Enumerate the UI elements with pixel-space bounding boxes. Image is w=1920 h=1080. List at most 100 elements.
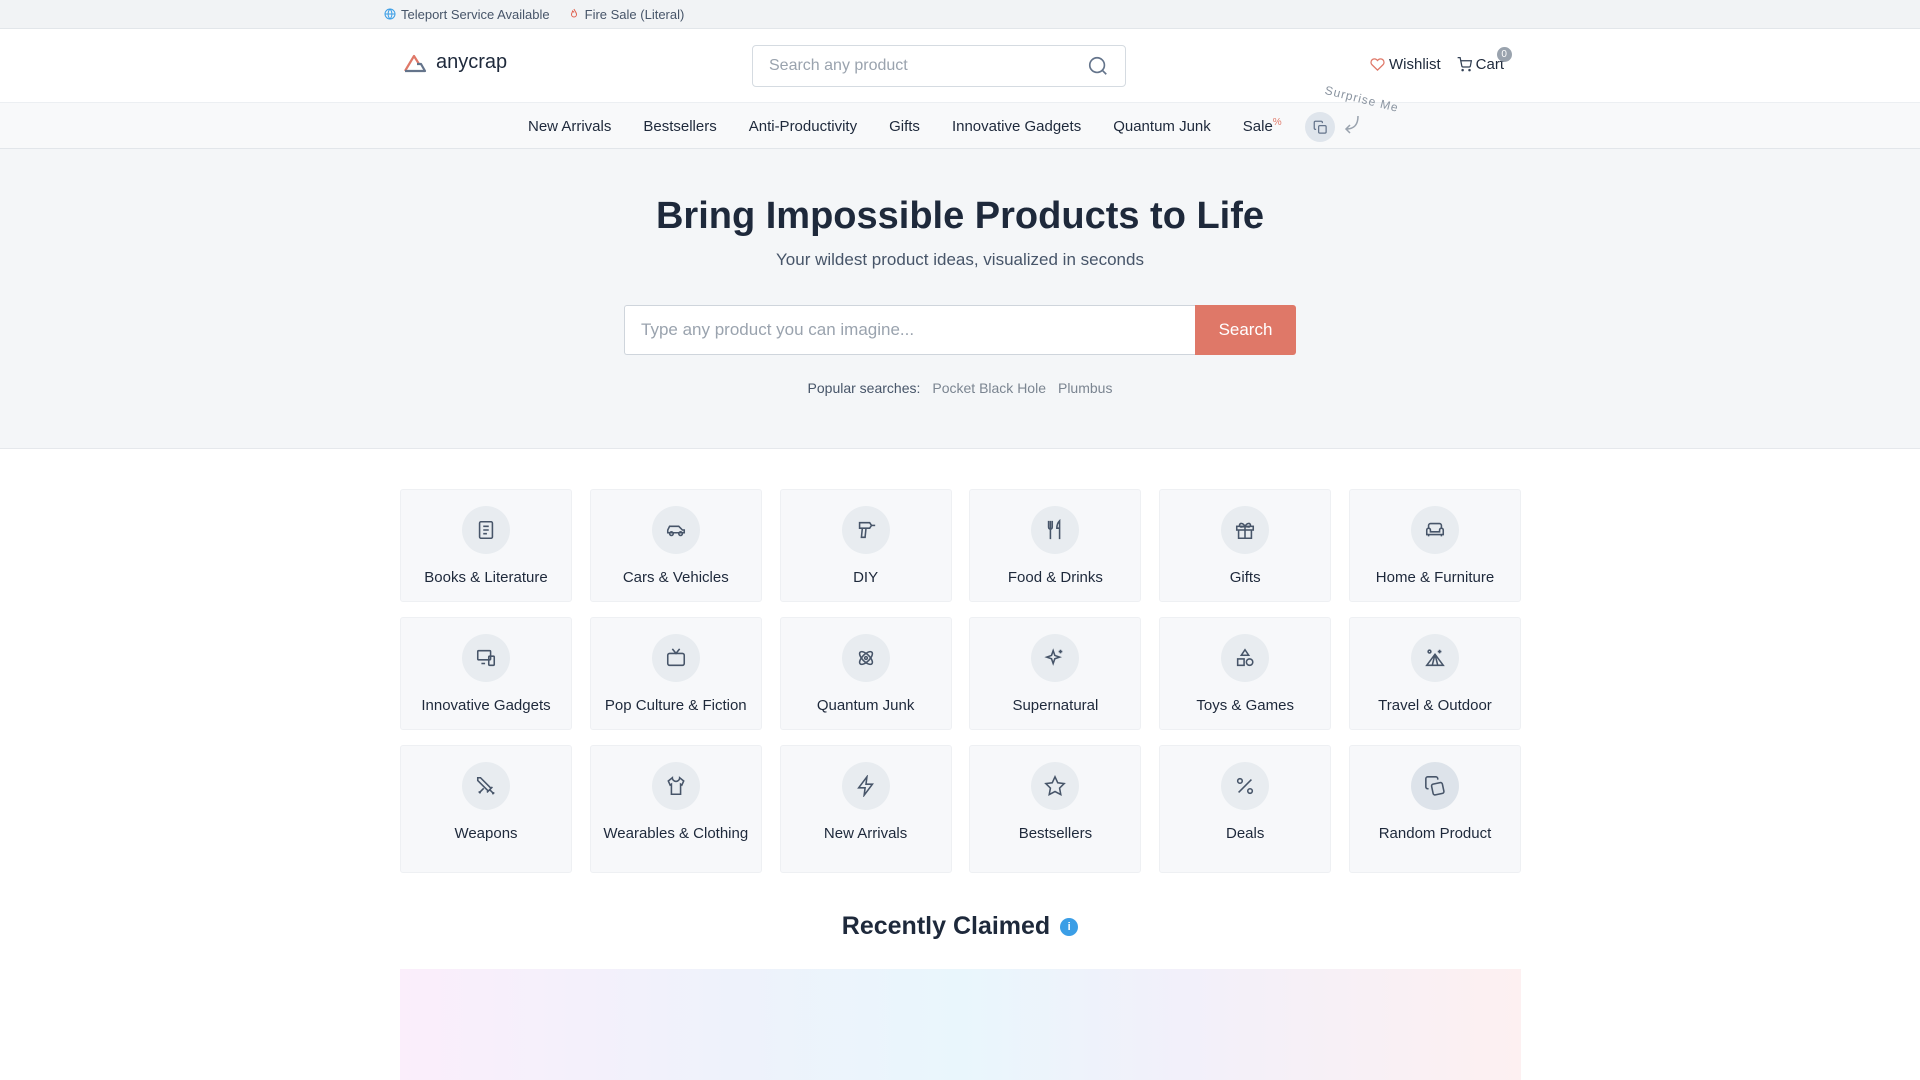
zap-icon bbox=[841, 762, 890, 810]
nav-item-bestsellers[interactable]: Bestsellers bbox=[643, 118, 716, 135]
category-label: Pop Culture & Fiction bbox=[604, 697, 747, 714]
recently-claimed-title: Recently Claimed bbox=[841, 912, 1051, 940]
category-card-gadgets[interactable]: Innovative Gadgets bbox=[400, 617, 572, 730]
site-header: anycrap Wishlist Cart 0 bbox=[0, 29, 1920, 102]
category-label: Cars & Vehicles bbox=[622, 569, 729, 586]
popular-label: Popular searches: bbox=[807, 380, 921, 396]
utensils-icon bbox=[1031, 506, 1080, 554]
category-card-weapons[interactable]: Weapons bbox=[400, 745, 572, 873]
sparkles-icon bbox=[1031, 634, 1080, 682]
cart-count-badge: 0 bbox=[1496, 47, 1512, 62]
category-label: Toys & Games bbox=[1196, 697, 1294, 714]
category-label: Bestsellers bbox=[1018, 825, 1093, 842]
fire-sale-text: Fire Sale (Literal) bbox=[584, 6, 685, 22]
wishlist-label: Wishlist bbox=[1389, 56, 1441, 73]
drill-icon bbox=[841, 506, 890, 554]
dice-icon bbox=[1410, 762, 1459, 810]
book-icon bbox=[462, 506, 510, 554]
gift-icon bbox=[1221, 506, 1270, 554]
sofa-icon bbox=[1410, 506, 1459, 554]
nav-list: New Arrivals Bestsellers Anti-Productivi… bbox=[528, 103, 1282, 149]
recently-claimed-banner bbox=[400, 969, 1521, 1080]
nav-item-new-arrivals[interactable]: New Arrivals bbox=[528, 118, 611, 135]
top-announcement-bar: Teleport Service Available Fire Sale (Li… bbox=[0, 0, 1920, 29]
category-label: DIY bbox=[853, 569, 879, 586]
info-icon[interactable]: i bbox=[1060, 917, 1079, 936]
category-card-new-arrivals[interactable]: New Arrivals bbox=[779, 745, 952, 873]
category-card-deals[interactable]: Deals bbox=[1159, 745, 1332, 873]
swords-icon bbox=[462, 762, 510, 810]
devices-icon bbox=[462, 634, 510, 682]
category-card-travel[interactable]: Travel & Outdoor bbox=[1348, 617, 1521, 730]
category-card-quantum-junk[interactable]: Quantum Junk bbox=[779, 617, 952, 730]
hero-subtitle: Your wildest product ideas, visualized i… bbox=[776, 250, 1144, 269]
popular-searches: Popular searches: Pocket Black Hole Plum… bbox=[0, 380, 1920, 396]
atom-icon bbox=[841, 634, 890, 682]
curved-arrow-icon bbox=[1344, 115, 1359, 134]
header-actions: Wishlist Cart 0 bbox=[1370, 47, 1512, 73]
category-label: Home & Furniture bbox=[1375, 569, 1495, 586]
category-card-food[interactable]: Food & Drinks bbox=[969, 489, 1142, 602]
cart-link[interactable]: Cart 0 bbox=[1457, 47, 1512, 73]
nav-item-anti-productivity[interactable]: Anti-Productivity bbox=[749, 118, 857, 135]
wishlist-link[interactable]: Wishlist bbox=[1370, 56, 1441, 73]
shapes-icon bbox=[1221, 634, 1270, 682]
category-label: Quantum Junk bbox=[816, 697, 915, 714]
hero-search-button[interactable]: Search bbox=[1195, 305, 1296, 355]
hero-search-box: Search bbox=[624, 305, 1296, 355]
cloud-logo-icon bbox=[404, 54, 427, 72]
category-card-gifts[interactable]: Gifts bbox=[1159, 489, 1332, 602]
category-label: Food & Drinks bbox=[1007, 569, 1103, 586]
category-card-home[interactable]: Home & Furniture bbox=[1348, 489, 1521, 602]
recently-claimed-heading: Recently Claimed i bbox=[0, 912, 1920, 941]
nav-item-innovative-gadgets[interactable]: Innovative Gadgets bbox=[952, 118, 1081, 135]
category-label: Innovative Gadgets bbox=[421, 697, 551, 714]
star-icon bbox=[1031, 762, 1080, 810]
category-card-bestsellers[interactable]: Bestsellers bbox=[969, 745, 1142, 873]
header-search-input[interactable] bbox=[769, 57, 1087, 75]
category-label: Gifts bbox=[1229, 569, 1261, 586]
sale-label: Sale bbox=[1242, 118, 1273, 135]
header-search-box bbox=[752, 45, 1126, 87]
popular-search-link[interactable]: Pocket Black Hole bbox=[932, 380, 1046, 396]
category-label: Deals bbox=[1226, 825, 1265, 842]
nav-item-gifts[interactable]: Gifts bbox=[889, 118, 920, 135]
dice-icon bbox=[1313, 120, 1327, 134]
sale-percent-mark: % bbox=[1272, 117, 1282, 128]
category-card-toys[interactable]: Toys & Games bbox=[1159, 617, 1332, 730]
popular-search-link[interactable]: Plumbus bbox=[1058, 380, 1112, 396]
brand-name: anycrap bbox=[436, 51, 508, 73]
tv-icon bbox=[651, 634, 700, 682]
category-card-wearables[interactable]: Wearables & Clothing bbox=[589, 745, 762, 873]
category-label: Travel & Outdoor bbox=[1378, 697, 1492, 714]
category-label: Random Product bbox=[1378, 825, 1492, 842]
cart-icon bbox=[1457, 57, 1472, 72]
category-label: Weapons bbox=[454, 825, 518, 842]
hero-search-input[interactable] bbox=[624, 305, 1195, 355]
main-nav: New Arrivals Bestsellers Anti-Productivi… bbox=[0, 83, 1920, 149]
percent-icon bbox=[1221, 762, 1270, 810]
category-grid: Books & Literature Cars & Vehicles DIY F… bbox=[400, 489, 1521, 873]
surprise-me-button[interactable] bbox=[1305, 112, 1335, 142]
car-icon bbox=[651, 506, 700, 554]
category-label: Books & Literature bbox=[424, 569, 548, 586]
search-icon[interactable] bbox=[1087, 55, 1109, 77]
category-card-books[interactable]: Books & Literature bbox=[400, 489, 572, 602]
heart-icon bbox=[1370, 58, 1385, 71]
teleport-notice: Teleport Service Available bbox=[384, 7, 550, 22]
category-card-pop-culture[interactable]: Pop Culture & Fiction bbox=[589, 617, 762, 730]
hero-section: Bring Impossible Products to Life Your w… bbox=[0, 149, 1920, 449]
teleport-text: Teleport Service Available bbox=[401, 6, 550, 22]
nav-item-quantum-junk[interactable]: Quantum Junk bbox=[1113, 118, 1211, 135]
fire-sale-notice: Fire Sale (Literal) bbox=[568, 6, 685, 22]
tent-icon bbox=[1410, 634, 1459, 682]
category-label: Supernatural bbox=[1012, 697, 1099, 714]
shirt-icon bbox=[651, 762, 700, 810]
hero-title: Bring Impossible Products to Life bbox=[655, 195, 1265, 237]
category-card-cars[interactable]: Cars & Vehicles bbox=[589, 489, 762, 602]
brand-logo[interactable]: anycrap bbox=[402, 51, 507, 74]
category-card-diy[interactable]: DIY bbox=[779, 489, 952, 602]
category-card-random-product[interactable]: Random Product bbox=[1348, 745, 1521, 873]
nav-item-sale[interactable]: Sale% bbox=[1243, 117, 1282, 135]
category-card-supernatural[interactable]: Supernatural bbox=[969, 617, 1142, 730]
